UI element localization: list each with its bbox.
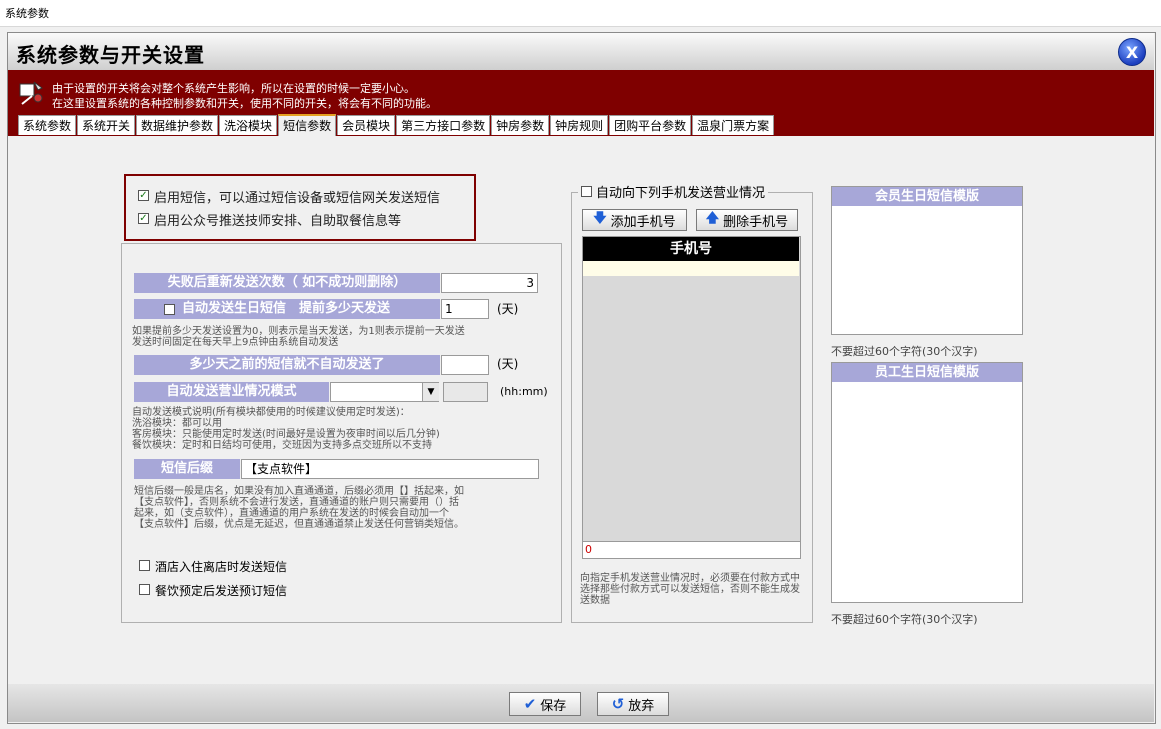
mode-label: 自动发送营业情况模式	[134, 382, 329, 402]
close-button[interactable]: X	[1118, 38, 1146, 66]
tab-group-buy[interactable]: 团购平台参数	[609, 115, 692, 135]
hotel-sms-label: 酒店入住离店时发送短信	[155, 560, 288, 574]
phone-count: 0	[582, 541, 801, 559]
suffix-note: 短信后缀一般是店名，如果没有加入直通通道，后缀必须用【】括起来，如 【支点软件】…	[134, 486, 464, 530]
birthday-days-unit: (天)	[497, 302, 519, 316]
tab-data-maintenance[interactable]: 数据维护参数	[136, 115, 219, 135]
birthday-label: 自动发送生日短信 提前多少天发送	[182, 301, 391, 316]
phone-note: 向指定手机发送营业情况时，必须要在付款方式中选择那些付款方式可以发送短信，否则不…	[580, 573, 800, 606]
send-time-input[interactable]	[443, 382, 488, 402]
suffix-label: 短信后缀	[134, 459, 240, 479]
arrow-up-icon: 🡅	[705, 211, 720, 226]
member-template-note: 不要超过60个字符(30个汉字)	[831, 345, 978, 358]
retry-label: 失败后重新发送次数（ 如不成功则删除）	[134, 273, 440, 293]
delete-phone-button[interactable]: 🡅 删除手机号	[696, 209, 798, 231]
tab-system-params[interactable]: 系统参数	[18, 115, 77, 135]
arrow-down-icon: 🡇	[593, 211, 607, 226]
member-template-title: 会员生日短信模版	[832, 187, 1022, 206]
birthday-days-input[interactable]: 1	[441, 299, 489, 319]
enable-sms-checkbox[interactable]: ✓	[138, 190, 149, 201]
skip-label: 多少天之前的短信就不自动发送了	[134, 355, 440, 375]
settings-icon	[19, 81, 43, 105]
member-birthday-template[interactable]	[831, 186, 1023, 335]
enable-sms-label: 启用短信，可以通过短信设备或短信网关发送短信	[154, 191, 441, 206]
window-titlebar: 系统参数	[0, 0, 1161, 27]
mode-note: 自动发送模式说明(所有模块都使用的时候建议使用定时发送)： 洗浴模块：都可以用 …	[132, 407, 440, 451]
tab-third-party[interactable]: 第三方接口参数	[396, 115, 491, 135]
tab-clock-room-rules[interactable]: 钟房规则	[550, 115, 609, 135]
staff-birthday-template[interactable]	[831, 362, 1023, 603]
phone-group-checkbox[interactable]	[581, 186, 592, 197]
birthday-checkbox[interactable]	[164, 304, 175, 315]
time-format-label: (hh:mm)	[500, 385, 548, 398]
tab-clock-room-params[interactable]: 钟房参数	[491, 115, 550, 135]
tab-bath-module[interactable]: 洗浴模块	[219, 115, 278, 135]
add-phone-label: 添加手机号	[610, 214, 676, 230]
banner-line-1: 由于设置的开关将会对整个系统产生影响，所以在设置的时候一定要小心。	[52, 82, 415, 95]
tab-system-switches[interactable]: 系统开关	[77, 115, 136, 135]
delete-phone-label: 删除手机号	[723, 214, 789, 230]
phone-column-header[interactable]: 手机号	[583, 237, 799, 261]
tab-sms-params[interactable]: 短信参数	[278, 114, 337, 136]
hotel-sms-checkbox[interactable]	[139, 560, 150, 571]
save-button[interactable]: ✔ 保存	[509, 692, 581, 716]
birthday-note: 如果提前多少天发送设置为0，则表示是当天发送，为1则表示提前一天发送 发送时间固…	[132, 326, 465, 348]
staff-template-title: 员工生日短信模版	[832, 363, 1022, 382]
suffix-input[interactable]: 【支点软件】	[241, 459, 539, 479]
tab-hot-spring-ticket[interactable]: 温泉门票方案	[692, 115, 775, 135]
add-phone-button[interactable]: 🡇 添加手机号	[582, 209, 687, 231]
staff-template-note: 不要超过60个字符(30个汉字)	[831, 613, 978, 626]
dialog-footer	[8, 684, 1154, 722]
enable-box	[124, 174, 476, 241]
dining-sms-checkbox[interactable]	[139, 584, 150, 595]
undo-icon: ↺	[611, 695, 625, 713]
save-label: 保存	[540, 698, 567, 714]
cancel-label: 放弃	[628, 698, 655, 714]
retry-input[interactable]: 3	[441, 273, 538, 293]
skip-days-unit: (天)	[497, 357, 519, 371]
banner-line-2: 在这里设置系统的各种控制参数和开关，使用不同的开关，将会有不同的功能。	[52, 97, 437, 110]
enable-wechat-checkbox[interactable]: ✓	[138, 213, 149, 224]
chevron-down-icon[interactable]: ▼	[422, 383, 439, 401]
phone-group-legend: 自动向下列手机发送营业情况	[578, 184, 769, 201]
close-icon: X	[1125, 42, 1139, 62]
cancel-button[interactable]: ↺ 放弃	[597, 692, 669, 716]
check-icon: ✔	[523, 695, 537, 713]
skip-days-input[interactable]	[441, 355, 489, 375]
tab-bar: 系统参数 系统开关 数据维护参数 洗浴模块 短信参数 会员模块 第三方接口参数 …	[18, 114, 775, 136]
phone-grid[interactable]	[582, 236, 801, 542]
dining-sms-label: 餐饮预定后发送预订短信	[155, 584, 288, 598]
phone-group-label: 自动向下列手机发送营业情况	[596, 186, 766, 201]
enable-wechat-label: 启用公众号推送技师安排、自助取餐信息等	[154, 214, 402, 229]
tab-member-module[interactable]: 会员模块	[337, 115, 396, 135]
phone-new-row[interactable]	[583, 261, 799, 276]
dialog-title: 系统参数与开关设置	[16, 43, 205, 67]
window-title: 系统参数	[5, 7, 49, 20]
